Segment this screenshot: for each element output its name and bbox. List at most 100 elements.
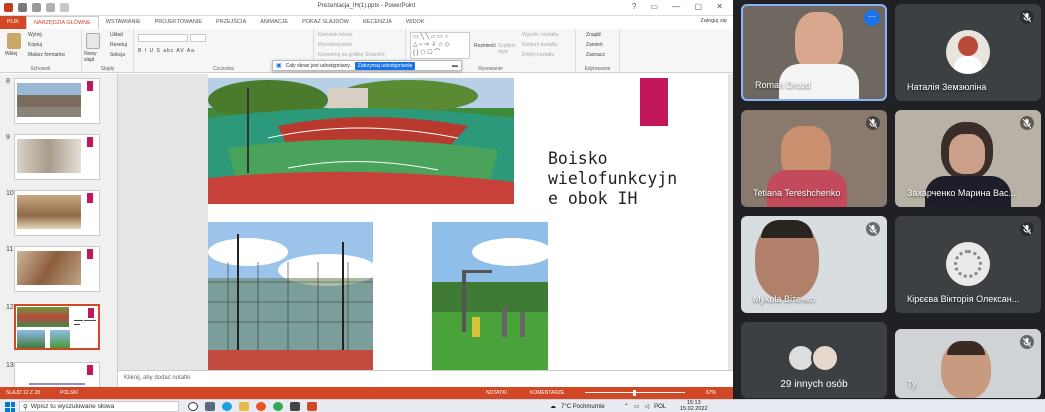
align-text-button[interactable]: Wyrównaj tekst (318, 42, 352, 48)
convert-smartart-button[interactable]: Konwertuj na grafikę SmartArt (318, 52, 385, 58)
slide-thumbnail-9[interactable] (14, 134, 100, 180)
text-direction-button[interactable]: Kierunek tekstu (318, 32, 352, 38)
notes-pane[interactable]: Kliknij, aby dodać notatki (118, 370, 733, 387)
participant-tile-natalia[interactable]: Наталія Земзюліна (895, 4, 1041, 101)
participant-avatar (946, 30, 990, 74)
taskbar-search-box[interactable]: ⚲ Wpisz tu wyszukiwane słowa (19, 401, 179, 412)
font-style-buttons[interactable]: B I U S abc AV Aa (138, 48, 195, 54)
clock-date: 15.02.2022 (680, 406, 708, 412)
reset-button[interactable]: Resetuj (110, 42, 127, 48)
copy-button[interactable]: Kopiuj (28, 42, 42, 48)
chrome-icon[interactable] (273, 402, 283, 411)
volume-icon[interactable]: ◁ (644, 403, 649, 410)
replace-button[interactable]: Zamień (586, 42, 603, 48)
stop-sharing-button[interactable]: Zatrzymaj udostępnianie (354, 61, 416, 70)
participant-tile-tetiana[interactable]: Tetiana Tereshchenko (741, 110, 887, 207)
edge-icon[interactable] (222, 402, 232, 411)
shapes-gallery[interactable]: ▭ ╲ ╲ ▱ ▭ ○ △ ⌐ ⇨ ⇩ ☆ ◇{ } ⬠ ☐ ⌒ (410, 32, 470, 59)
tab-transitions[interactable]: PRZEJŚCIA (209, 16, 253, 29)
mic-muted-icon (866, 116, 880, 130)
tab-slideshow[interactable]: POKAZ SLAJDÓW (295, 16, 356, 29)
slide-number: 12 (6, 304, 14, 311)
others-tile[interactable]: 29 innych osób (741, 322, 887, 398)
slide-thumbnail-11[interactable] (14, 246, 100, 292)
new-slide-button[interactable]: Nowy slajd (84, 51, 104, 63)
mic-muted-icon (1020, 116, 1034, 130)
paste-button[interactable]: Wklej (5, 51, 17, 57)
tab-insert[interactable]: WSTAWIANIE (99, 16, 148, 29)
shape-fill-button[interactable]: Wypełn. kształtu (522, 32, 558, 38)
other-participant-avatar (811, 344, 839, 372)
slides-group: Nowy slajd Układ Resetuj Sekcja Slajdy (82, 29, 134, 73)
mic-muted-icon (1020, 10, 1034, 24)
powerpoint-taskbar-icon[interactable] (307, 402, 317, 411)
slide-number: 11 (6, 246, 14, 253)
participant-tile-self[interactable]: Ty (895, 329, 1041, 398)
tab-home[interactable]: NARZĘDZIA GŁÓWNE (25, 16, 99, 29)
weather-text[interactable]: 7°C Pochmurnie (561, 404, 605, 410)
firefox-icon[interactable] (256, 402, 266, 411)
slide-thumbnail-8[interactable] (14, 78, 100, 124)
task-view-icon[interactable] (205, 402, 215, 411)
slide-thumbnail-10[interactable] (14, 190, 100, 236)
file-explorer-icon[interactable] (239, 402, 249, 411)
mic-muted-icon (1020, 222, 1034, 236)
comments-toggle[interactable]: KOMENTARZE (530, 390, 564, 396)
share-bar-minimize-icon[interactable]: ▬ (452, 63, 458, 69)
slide-title[interactable]: Boisko wielofunkcyjn e obok IH (548, 149, 713, 209)
window-controls[interactable]: ? ▭ — ▢ ✕ (632, 2, 729, 11)
fenced-court-photo[interactable] (208, 222, 373, 370)
tab-animations[interactable]: ANIMACJE (253, 16, 295, 29)
tab-view[interactable]: WIDOK (399, 16, 432, 29)
participant-tile-roman-drozd[interactable]: ⋯ Roman Drozd (741, 4, 887, 101)
participant-video (795, 12, 843, 72)
sports-field-photo[interactable] (208, 78, 514, 204)
tab-review[interactable]: RECENZJA (356, 16, 399, 29)
notes-toggle[interactable]: NOTATKI (486, 390, 507, 396)
input-language[interactable]: POL (654, 404, 666, 410)
select-button[interactable]: Zaznacz (586, 52, 605, 58)
format-painter-button[interactable]: Malarz formatów (28, 52, 65, 58)
accent-bar (640, 78, 668, 126)
editing-group-label: Edytowanie (584, 66, 611, 72)
font-size-select[interactable] (190, 34, 206, 42)
cut-button[interactable]: Wytnij (28, 32, 42, 38)
outdoor-gym-photo[interactable] (432, 222, 548, 370)
shape-effects-button[interactable]: Efekty kształtu (522, 52, 554, 58)
participant-tile-mykola[interactable]: Mykola Вітенко (741, 216, 887, 313)
section-button[interactable]: Sekcja (110, 52, 125, 58)
tab-file[interactable]: PLIK (0, 16, 26, 29)
participant-tile-zakharchenko[interactable]: Захарченко Марина Вас... (895, 110, 1041, 207)
new-slide-icon[interactable] (86, 33, 100, 49)
app-icon[interactable] (290, 402, 300, 411)
paste-icon[interactable] (7, 33, 21, 49)
slide-12[interactable]: Boisko wielofunkcyjn e obok IH (208, 74, 728, 370)
arrange-button[interactable]: Rozmieść (474, 43, 496, 49)
participant-name: Наталія Земзюліна (907, 82, 987, 92)
tray-chevron-icon[interactable]: ⌃ (624, 403, 629, 410)
cortana-icon[interactable] (188, 402, 198, 411)
sign-in-link[interactable]: Zaloguj się (700, 18, 727, 24)
font-name-select[interactable] (138, 34, 188, 42)
participant-avatar (946, 242, 990, 286)
slide-thumbnail-13[interactable] (14, 362, 100, 387)
taskbar-clock[interactable]: 15:13 15.02.2022 (680, 400, 708, 412)
quick-styles-button[interactable]: Szybkie style (498, 43, 518, 55)
slide-thumbnails-pane[interactable]: 8 9 10 11 12 ▬▬▬ ▬▬▬▬ ▬▬ 13 (0, 74, 118, 387)
shape-outline-button[interactable]: Kontury kształtu (522, 42, 558, 48)
search-icon: ⚲ (23, 403, 28, 411)
more-options-button[interactable]: ⋯ (864, 10, 880, 26)
find-button[interactable]: Znajdź (586, 32, 601, 38)
tab-design[interactable]: PROJEKTOWANIE (148, 16, 209, 29)
windows-start-icon[interactable] (5, 402, 15, 412)
share-icon: ▣ (276, 63, 282, 69)
language-indicator[interactable]: POLSKI (60, 390, 78, 396)
participant-tile-kireieva[interactable]: Кірєєва Вікторія Олексан... (895, 216, 1041, 313)
layout-button[interactable]: Układ (110, 32, 123, 38)
slide-editing-canvas[interactable]: Boisko wielofunkcyjn e obok IH (118, 74, 733, 370)
mic-muted-icon (866, 222, 880, 236)
zoom-slider-handle[interactable] (633, 390, 636, 396)
slide-thumbnail-12-selected[interactable]: ▬▬▬ ▬▬▬▬ ▬▬ (14, 304, 100, 350)
network-icon[interactable]: ▭ (634, 403, 640, 410)
zoom-level[interactable]: 67% (706, 390, 716, 396)
